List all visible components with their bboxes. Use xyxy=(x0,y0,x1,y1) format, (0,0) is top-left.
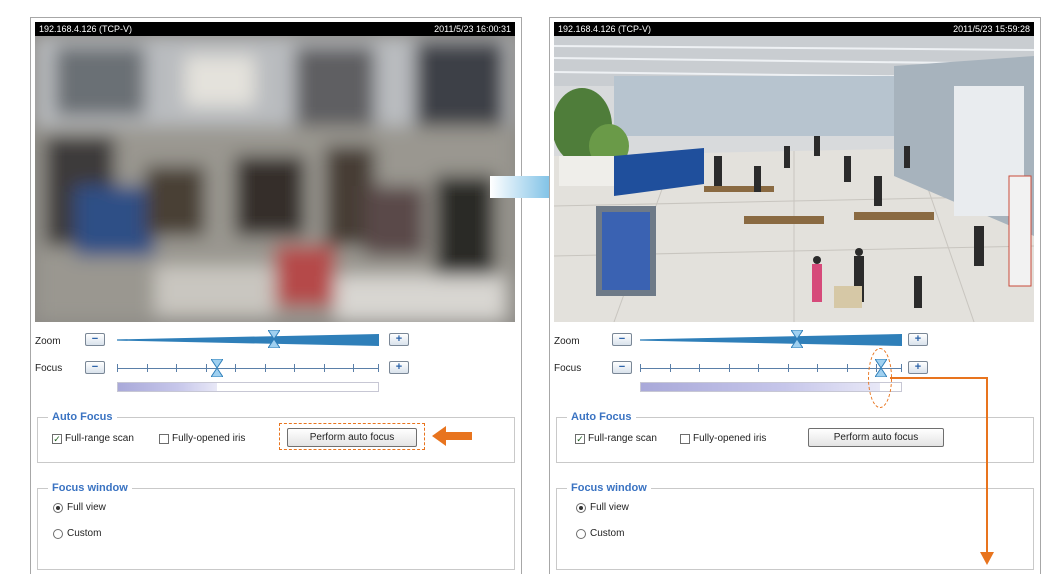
focus-tick xyxy=(729,364,730,372)
focus-tick xyxy=(847,364,848,372)
radio-selected-icon xyxy=(576,502,586,513)
full-range-scan-label: Full-range scan xyxy=(588,433,657,444)
video-info-bar: 192.168.4.126 (TCP-V) 2011/5/23 16:00:31 xyxy=(35,22,515,36)
custom-label: Custom xyxy=(67,528,102,539)
focus-tick xyxy=(640,364,641,372)
fully-opened-iris-label: Fully-opened iris xyxy=(693,433,767,444)
zoom-out-button[interactable]: − xyxy=(612,333,632,346)
full-view-radio[interactable]: Full view xyxy=(576,502,629,513)
focus-slider-thumb-icon[interactable] xyxy=(210,359,223,377)
camera-timestamp: 2011/5/23 15:59:28 xyxy=(953,24,1030,34)
radio-unselected-icon xyxy=(576,528,586,539)
focus-tick xyxy=(294,364,295,372)
custom-radio[interactable]: Custom xyxy=(53,528,101,539)
custom-label: Custom xyxy=(590,528,625,539)
fully-opened-iris-label: Fully-opened iris xyxy=(172,433,246,444)
focus-window-legend: Focus window xyxy=(52,482,128,494)
focus-tick xyxy=(817,364,818,372)
left-camera-panel: 192.168.4.126 (TCP-V) 2011/5/23 16:00:31 xyxy=(30,17,522,574)
focus-plus-button[interactable]: + xyxy=(389,361,409,374)
camera-ip-label: 192.168.4.126 (TCP-V) xyxy=(558,24,652,34)
checkbox-box xyxy=(680,433,690,444)
focus-tick xyxy=(117,364,118,372)
full-range-scan-checkbox[interactable]: ✓ Full-range scan xyxy=(575,433,657,444)
focus-slider-track[interactable] xyxy=(117,368,379,369)
focus-progress-fill xyxy=(118,383,217,391)
focus-minus-button[interactable]: − xyxy=(85,361,105,374)
video-view-blurred: 192.168.4.126 (TCP-V) 2011/5/23 16:00:31 xyxy=(35,22,515,322)
zoom-out-button[interactable]: − xyxy=(85,333,105,346)
focus-tick xyxy=(235,364,236,372)
video-info-bar: 192.168.4.126 (TCP-V) 2011/5/23 15:59:28 xyxy=(554,22,1034,36)
focus-tick xyxy=(353,364,354,372)
orange-arrow-icon xyxy=(432,426,472,446)
focus-tick xyxy=(176,364,177,372)
full-view-radio[interactable]: Full view xyxy=(53,502,106,513)
radio-selected-icon xyxy=(53,502,63,513)
airport-terminal-video-frame xyxy=(554,36,1034,322)
focus-tick xyxy=(378,364,379,372)
focus-window-group: Focus window xyxy=(37,482,515,570)
zoom-label: Zoom xyxy=(35,336,61,347)
camera-timestamp: 2011/5/23 16:00:31 xyxy=(434,24,511,34)
radio-unselected-icon xyxy=(53,528,63,539)
focus-tick xyxy=(206,364,207,372)
focus-progress-bar xyxy=(640,382,902,392)
focus-label: Focus xyxy=(554,363,582,374)
focus-highlight-ellipse xyxy=(868,348,892,408)
focus-tick xyxy=(324,364,325,372)
checkmark-icon: ✓ xyxy=(52,433,62,444)
camera-ip-label: 192.168.4.126 (TCP-V) xyxy=(39,24,133,34)
auto-focus-legend: Auto Focus xyxy=(52,411,113,423)
focus-tick xyxy=(699,364,700,372)
zoom-label: Zoom xyxy=(554,336,580,347)
zoom-slider-track[interactable] xyxy=(117,334,379,346)
full-view-label: Full view xyxy=(590,502,629,513)
focus-tick xyxy=(147,364,148,372)
checkbox-box xyxy=(159,433,169,444)
video-view-focused: 192.168.4.126 (TCP-V) 2011/5/23 15:59:28 xyxy=(554,22,1034,322)
full-view-label: Full view xyxy=(67,502,106,513)
focus-slider-track[interactable] xyxy=(640,368,902,369)
full-range-scan-label: Full-range scan xyxy=(65,433,134,444)
blurred-video-frame xyxy=(35,36,515,322)
focus-tick xyxy=(670,364,671,372)
full-range-scan-checkbox[interactable]: ✓ Full-range scan xyxy=(52,433,134,444)
fully-opened-iris-checkbox[interactable]: Fully-opened iris xyxy=(680,433,766,444)
zoom-slider-thumb-icon[interactable] xyxy=(268,330,281,348)
zoom-slider-thumb-icon[interactable] xyxy=(791,330,804,348)
auto-focus-legend: Auto Focus xyxy=(571,411,632,423)
focus-minus-button[interactable]: − xyxy=(612,361,632,374)
focus-progress-bar xyxy=(117,382,379,392)
focus-tick xyxy=(265,364,266,372)
zoom-slider-track[interactable] xyxy=(640,334,902,346)
custom-radio[interactable]: Custom xyxy=(576,528,624,539)
focus-progress-fill xyxy=(641,383,881,391)
zoom-in-button[interactable]: + xyxy=(908,333,928,346)
focus-tick xyxy=(758,364,759,372)
focus-tick xyxy=(788,364,789,372)
orange-connector-arrow-icon xyxy=(890,377,994,565)
focus-label: Focus xyxy=(35,363,63,374)
zoom-in-button[interactable]: + xyxy=(389,333,409,346)
checkmark-icon: ✓ xyxy=(575,433,585,444)
fully-opened-iris-checkbox[interactable]: Fully-opened iris xyxy=(159,433,245,444)
perform-auto-focus-button[interactable]: Perform auto focus xyxy=(287,428,417,447)
focus-window-legend: Focus window xyxy=(571,482,647,494)
